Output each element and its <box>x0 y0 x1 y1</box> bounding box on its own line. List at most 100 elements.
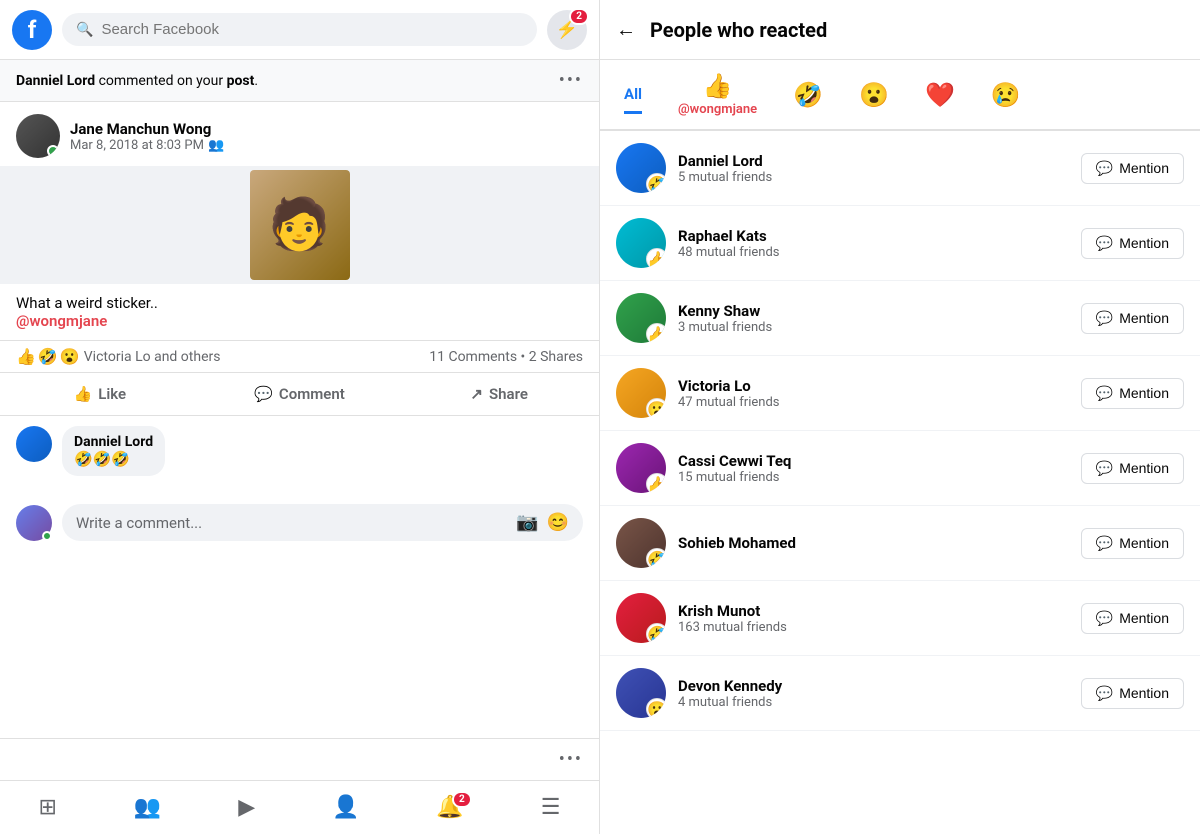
person-avatar: 🤣 <box>616 593 666 643</box>
person-mutual: 163 mutual friends <box>678 620 1069 635</box>
post-more-area: ••• <box>0 738 599 780</box>
mention-label: Mention <box>1119 235 1169 251</box>
post-header: Jane Manchun Wong Mar 8, 2018 at 8:03 PM… <box>0 102 599 166</box>
header: f 🔍 ⚡ 2 <box>0 0 599 60</box>
share-button[interactable]: ↗ Share <box>399 377 599 411</box>
post-image: 🧑 <box>0 166 599 284</box>
back-button[interactable]: ← <box>616 17 636 42</box>
haha-emoji: 🤣 <box>38 347 58 366</box>
sad-tab-emoji: 😢 <box>991 81 1021 109</box>
nav-home[interactable]: ⊞ <box>18 789 76 826</box>
bottom-navigation: ⊞ 👥 ▶ 👤 🔔 2 ☰ <box>0 780 599 834</box>
reaction-emojis: 👍 🤣 😮 <box>16 347 80 366</box>
messenger-badge: 2 <box>569 8 589 25</box>
tab-like[interactable]: 👍 @wongmjane <box>670 68 765 121</box>
person-name: Sohieb Mohamed <box>678 534 1069 552</box>
reactions-people: Victoria Lo and others <box>84 349 221 365</box>
person-name: Victoria Lo <box>678 377 1069 395</box>
person-mutual: 5 mutual friends <box>678 170 1069 185</box>
person-mutual: 3 mutual friends <box>678 320 1069 335</box>
mention-button[interactable]: 💬 Mention <box>1081 153 1184 184</box>
comment-mini-icon: 💬 <box>1096 160 1113 177</box>
mention-button[interactable]: 💬 Mention <box>1081 228 1184 259</box>
mention-label: Mention <box>1119 685 1169 701</box>
comment-mini-icon: 💬 <box>1096 235 1113 252</box>
tab-sad[interactable]: 😢 <box>983 77 1029 113</box>
mention-button[interactable]: 💬 Mention <box>1081 678 1184 709</box>
person-mutual: 47 mutual friends <box>678 395 1069 410</box>
tab-haha[interactable]: 🤣 <box>785 77 831 113</box>
notification-bar: Danniel Lord commented on your post. ••• <box>0 60 599 102</box>
person-row: 😮 Victoria Lo 47 mutual friends 💬 Mentio… <box>600 356 1200 431</box>
person-mutual: 4 mutual friends <box>678 695 1069 710</box>
person-avatar: 😮 <box>616 368 666 418</box>
person-reaction-badge: 🤣 <box>646 623 666 643</box>
mention-label: Mention <box>1119 310 1169 326</box>
search-box[interactable]: 🔍 <box>62 13 537 46</box>
comment-icons: 📷 😊 <box>516 512 569 533</box>
person-avatar: 👍 <box>616 293 666 343</box>
post-more-dots[interactable]: ••• <box>559 749 583 770</box>
mention-button[interactable]: 💬 Mention <box>1081 303 1184 334</box>
person-avatar: 😮 <box>616 668 666 718</box>
profile-icon: 👤 <box>332 795 359 820</box>
person-info: Kenny Shaw 3 mutual friends <box>678 302 1069 335</box>
comment-mini-icon: 💬 <box>1096 535 1113 552</box>
comments-shares-count: 11 Comments • 2 Shares <box>429 349 583 365</box>
wow-emoji: 😮 <box>60 347 80 366</box>
more-options-button[interactable]: ••• <box>559 70 583 91</box>
online-indicator <box>47 145 59 157</box>
comment-input-box[interactable]: Write a comment... 📷 😊 <box>62 504 583 541</box>
notif-post-link[interactable]: post <box>227 73 255 89</box>
commenter-name: Danniel Lord <box>74 434 153 450</box>
tab-all[interactable]: All <box>616 81 650 108</box>
post-card: Jane Manchun Wong Mar 8, 2018 at 8:03 PM… <box>0 102 599 416</box>
home-icon: ⊞ <box>38 795 56 820</box>
post-mention[interactable]: @wongmjane <box>16 312 107 330</box>
person-info: Danniel Lord 5 mutual friends <box>678 152 1069 185</box>
like-button[interactable]: 👍 Like <box>0 377 200 411</box>
mention-label: Mention <box>1119 610 1169 626</box>
comment-mini-icon: 💬 <box>1096 610 1113 627</box>
messenger-button[interactable]: ⚡ 2 <box>547 10 587 50</box>
groups-icon: 👥 <box>134 795 161 820</box>
person-row: 😮 Devon Kennedy 4 mutual friends 💬 Menti… <box>600 656 1200 731</box>
search-input[interactable] <box>101 21 523 38</box>
nav-menu[interactable]: ☰ <box>521 789 581 826</box>
post-author-avatar <box>16 114 60 158</box>
nav-notifications[interactable]: 🔔 2 <box>416 789 483 826</box>
nav-profile[interactable]: 👤 <box>312 789 379 826</box>
mention-button[interactable]: 💬 Mention <box>1081 453 1184 484</box>
person-row: 🤣 Danniel Lord 5 mutual friends 💬 Mentio… <box>600 131 1200 206</box>
mention-button[interactable]: 💬 Mention <box>1081 528 1184 559</box>
person-info: Devon Kennedy 4 mutual friends <box>678 677 1069 710</box>
mention-button[interactable]: 💬 Mention <box>1081 378 1184 409</box>
right-header: ← People who reacted <box>600 0 1200 60</box>
person-reaction-badge: 🤣 <box>646 548 666 568</box>
post-author-name[interactable]: Jane Manchun Wong <box>70 120 583 138</box>
person-avatar: 🤣 <box>616 518 666 568</box>
camera-icon[interactable]: 📷 <box>516 512 538 533</box>
person-info: Krish Munot 163 mutual friends <box>678 602 1069 635</box>
comment-mini-icon: 💬 <box>1096 310 1113 327</box>
tab-love[interactable]: ❤️ <box>917 77 963 113</box>
wow-tab-emoji: 😮 <box>859 81 889 109</box>
person-name: Cassi Cewwi Teq <box>678 452 1069 470</box>
person-reaction-badge: 😮 <box>646 398 666 418</box>
notification-text: Danniel Lord commented on your post. <box>16 73 258 89</box>
like-icon: 👍 <box>74 385 93 403</box>
haha-tab-emoji: 🤣 <box>793 81 823 109</box>
mention-label: Mention <box>1119 535 1169 551</box>
comment-button[interactable]: 💬 Comment <box>200 377 400 411</box>
emoji-icon[interactable]: 😊 <box>547 512 569 533</box>
like-tab-emoji: 👍 <box>703 72 733 100</box>
nav-video[interactable]: ▶ <box>218 789 275 826</box>
commenter-avatar <box>16 426 52 462</box>
share-icon: ↗ <box>470 385 483 403</box>
person-name: Danniel Lord <box>678 152 1069 170</box>
search-icon: 🔍 <box>76 22 93 38</box>
mention-button[interactable]: 💬 Mention <box>1081 603 1184 634</box>
tab-wow[interactable]: 😮 <box>851 77 897 113</box>
comment-icon: 💬 <box>254 385 273 403</box>
nav-groups[interactable]: 👥 <box>114 789 181 826</box>
